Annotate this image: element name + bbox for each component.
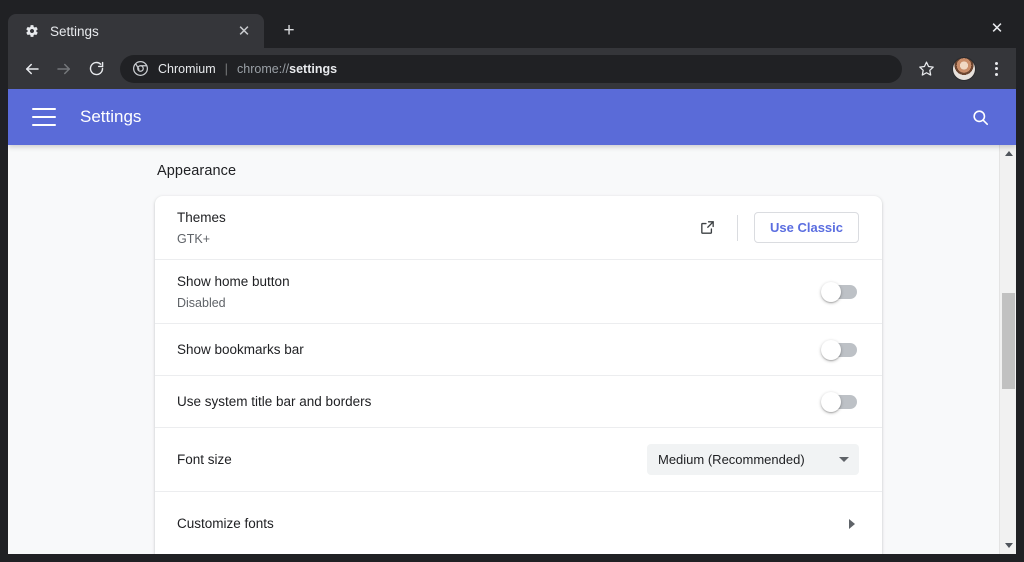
new-tab-button[interactable]: +	[274, 15, 304, 45]
row-controls	[821, 339, 859, 360]
select-value: Medium (Recommended)	[658, 452, 805, 467]
toggle-knob	[821, 281, 841, 302]
tab-strip: Settings ✕ + ✕	[8, 7, 1016, 48]
omnibox-url-prefix: chrome://	[237, 61, 290, 76]
toggle-show-bookmarks-bar[interactable]	[821, 339, 857, 360]
tab-settings[interactable]: Settings ✕	[8, 14, 264, 48]
settings-row-use-system-title-bar[interactable]: Use system title bar and borders	[155, 376, 882, 428]
toggle-knob	[821, 339, 841, 360]
row-controls: Medium (Recommended)	[647, 444, 859, 475]
hamburger-icon[interactable]	[32, 108, 56, 126]
settings-row-customize-fonts[interactable]: Customize fonts	[155, 492, 882, 554]
row-text: Use system title bar and borders	[177, 392, 823, 411]
vertical-scrollbar[interactable]	[999, 145, 1016, 554]
page-viewport: Settings Appearance Themes GTK+ Use Clas…	[8, 89, 1016, 554]
page-title: Settings	[80, 107, 142, 126]
row-text: Show home button Disabled	[177, 272, 823, 312]
row-label: Use system title bar and borders	[177, 394, 372, 409]
settings-row-themes[interactable]: Themes GTK+ Use Classic	[155, 196, 882, 260]
toggle-use-system-title-bar[interactable]	[821, 391, 857, 412]
settings-content: Appearance Themes GTK+ Use Classic Show …	[8, 145, 999, 554]
omnibox-separator: |	[224, 61, 229, 76]
row-controls	[821, 391, 859, 412]
kebab-icon	[994, 61, 998, 76]
search-icon[interactable]	[962, 99, 998, 135]
toggle-show-home-button[interactable]	[821, 281, 857, 302]
appearance-card: Themes GTK+ Use Classic Show home button…	[155, 196, 882, 554]
row-text: Customize fonts	[177, 514, 849, 533]
row-controls: Use Classic	[691, 212, 859, 244]
browser-window: Settings ✕ + ✕ Chromium | chrome://setti…	[0, 0, 1024, 562]
use-classic-button[interactable]: Use Classic	[754, 212, 859, 243]
row-sublabel: Disabled	[177, 295, 226, 310]
row-sublabel: GTK+	[177, 231, 210, 246]
chrome-menu-button[interactable]	[982, 53, 1010, 85]
row-label: Customize fonts	[177, 516, 274, 531]
row-label: Show home button	[177, 273, 290, 289]
settings-app-bar: Settings	[8, 89, 1016, 145]
chevron-right-icon	[849, 518, 855, 529]
triangle-up-icon	[1004, 151, 1013, 156]
browser-toolbar: Chromium | chrome://settings	[8, 48, 1016, 89]
settings-row-show-bookmarks-bar[interactable]: Show bookmarks bar	[155, 324, 882, 376]
window-close-button[interactable]: ✕	[978, 11, 1016, 45]
row-controls	[821, 281, 859, 302]
control-divider	[737, 214, 738, 241]
tab-close-button[interactable]: ✕	[234, 21, 254, 41]
chevron-down-icon	[839, 457, 849, 462]
bookmark-star-icon[interactable]	[910, 53, 942, 85]
row-label: Font size	[177, 452, 232, 467]
row-text: Font size	[177, 450, 647, 469]
omnibox-site-label: Chromium	[158, 61, 216, 76]
omnibox-url-path: settings	[289, 61, 338, 76]
external-link-icon[interactable]	[691, 212, 723, 244]
row-text: Themes GTK+	[177, 208, 691, 248]
omnibox-url: chrome://settings	[237, 62, 337, 76]
avatar[interactable]	[952, 56, 976, 81]
row-text: Show bookmarks bar	[177, 340, 823, 359]
toggle-knob	[821, 391, 841, 412]
forward-button[interactable]	[48, 53, 80, 85]
row-controls	[849, 518, 859, 529]
font-size-select[interactable]: Medium (Recommended)	[647, 444, 859, 475]
scrollbar-up-arrow[interactable]	[1000, 145, 1016, 162]
settings-scroll-area: Appearance Themes GTK+ Use Classic Show …	[8, 145, 999, 554]
gear-icon	[24, 23, 40, 39]
scrollbar-thumb[interactable]	[1002, 293, 1015, 389]
section-heading-appearance: Appearance	[157, 163, 237, 179]
back-button[interactable]	[16, 53, 48, 85]
tab-title: Settings	[50, 23, 99, 39]
row-label: Themes	[177, 209, 226, 225]
scrollbar-down-arrow[interactable]	[1000, 537, 1016, 554]
address-bar[interactable]: Chromium | chrome://settings	[120, 54, 902, 83]
settings-row-font-size[interactable]: Font size Medium (Recommended)	[155, 428, 882, 492]
row-label: Show bookmarks bar	[177, 342, 304, 357]
chromium-icon	[132, 61, 148, 77]
triangle-down-icon	[1004, 543, 1013, 548]
settings-row-show-home-button[interactable]: Show home button Disabled	[155, 260, 882, 324]
reload-button[interactable]	[80, 53, 112, 85]
